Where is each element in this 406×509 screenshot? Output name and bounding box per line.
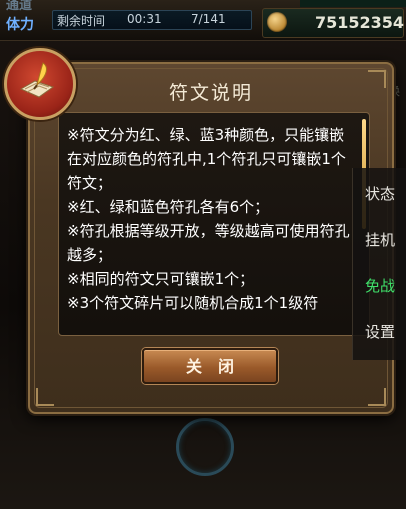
scroll-quill-graphic — [19, 62, 55, 98]
top-right-strip — [300, 0, 406, 7]
progress-count: 7/141 — [191, 12, 226, 26]
dialog-title: 符文说明 — [168, 82, 253, 104]
stamina-label: 体力 — [6, 17, 34, 33]
joystick-ring[interactable] — [176, 418, 234, 476]
rune-rule-line: ※相同的符文只可镶嵌1个； — [67, 270, 255, 288]
top-hud: 通道 体力 剩余时间 00:31 7/141 75152354 — [0, 0, 406, 41]
side-menu-peace-mode[interactable]: 免战 — [353, 266, 406, 306]
rune-info-dialog: 符文说明 ※符文分为红、绿、蓝3种颜色，只能镶嵌在对应颜色的符孔中,1个符孔只可… — [28, 62, 394, 414]
side-menu: 状态 挂机 免战 设置 — [352, 168, 406, 360]
corner-ornament — [368, 388, 386, 406]
time-remaining-label: 剩余时间 — [57, 14, 106, 28]
rune-description-panel[interactable]: ※符文分为红、绿、蓝3种颜色，只能镶嵌在对应颜色的符孔中,1个符孔只可镶嵌1个符… — [58, 112, 370, 336]
rune-rule-line: ※符孔根据等级开放，等级越高可使用符孔越多； — [67, 222, 350, 264]
rune-rule-line: ※3个符文碎片可以随机合成1个1级符 — [67, 294, 319, 312]
corner-ornament — [36, 388, 54, 406]
side-menu-settings[interactable]: 设置 — [353, 312, 406, 352]
time-remaining-value: 00:31 — [127, 12, 162, 26]
close-button[interactable]: 关闭 — [142, 348, 278, 384]
coin-icon — [267, 12, 287, 32]
scroll-quill-icon — [4, 48, 76, 120]
rune-rule-line: ※红、绿和蓝色符孔各有6个； — [67, 198, 270, 216]
rune-rule-line: ※符文分为红、绿、蓝3种颜色，只能镶嵌在对应颜色的符孔中,1个符孔只可镶嵌1个符… — [67, 126, 346, 192]
hud-top-label: 通道 — [6, 0, 33, 13]
rune-description-text: ※符文分为红、绿、蓝3种颜色，只能镶嵌在对应颜色的符孔中,1个符孔只可镶嵌1个符… — [67, 123, 355, 315]
coin-value: 75152354 — [315, 13, 405, 32]
timer-bar: 剩余时间 00:31 7/141 — [52, 10, 252, 30]
side-menu-auto-battle[interactable]: 挂机 — [353, 220, 406, 260]
coin-counter[interactable]: 75152354 — [262, 8, 404, 38]
side-menu-status[interactable]: 状态 — [353, 174, 406, 214]
